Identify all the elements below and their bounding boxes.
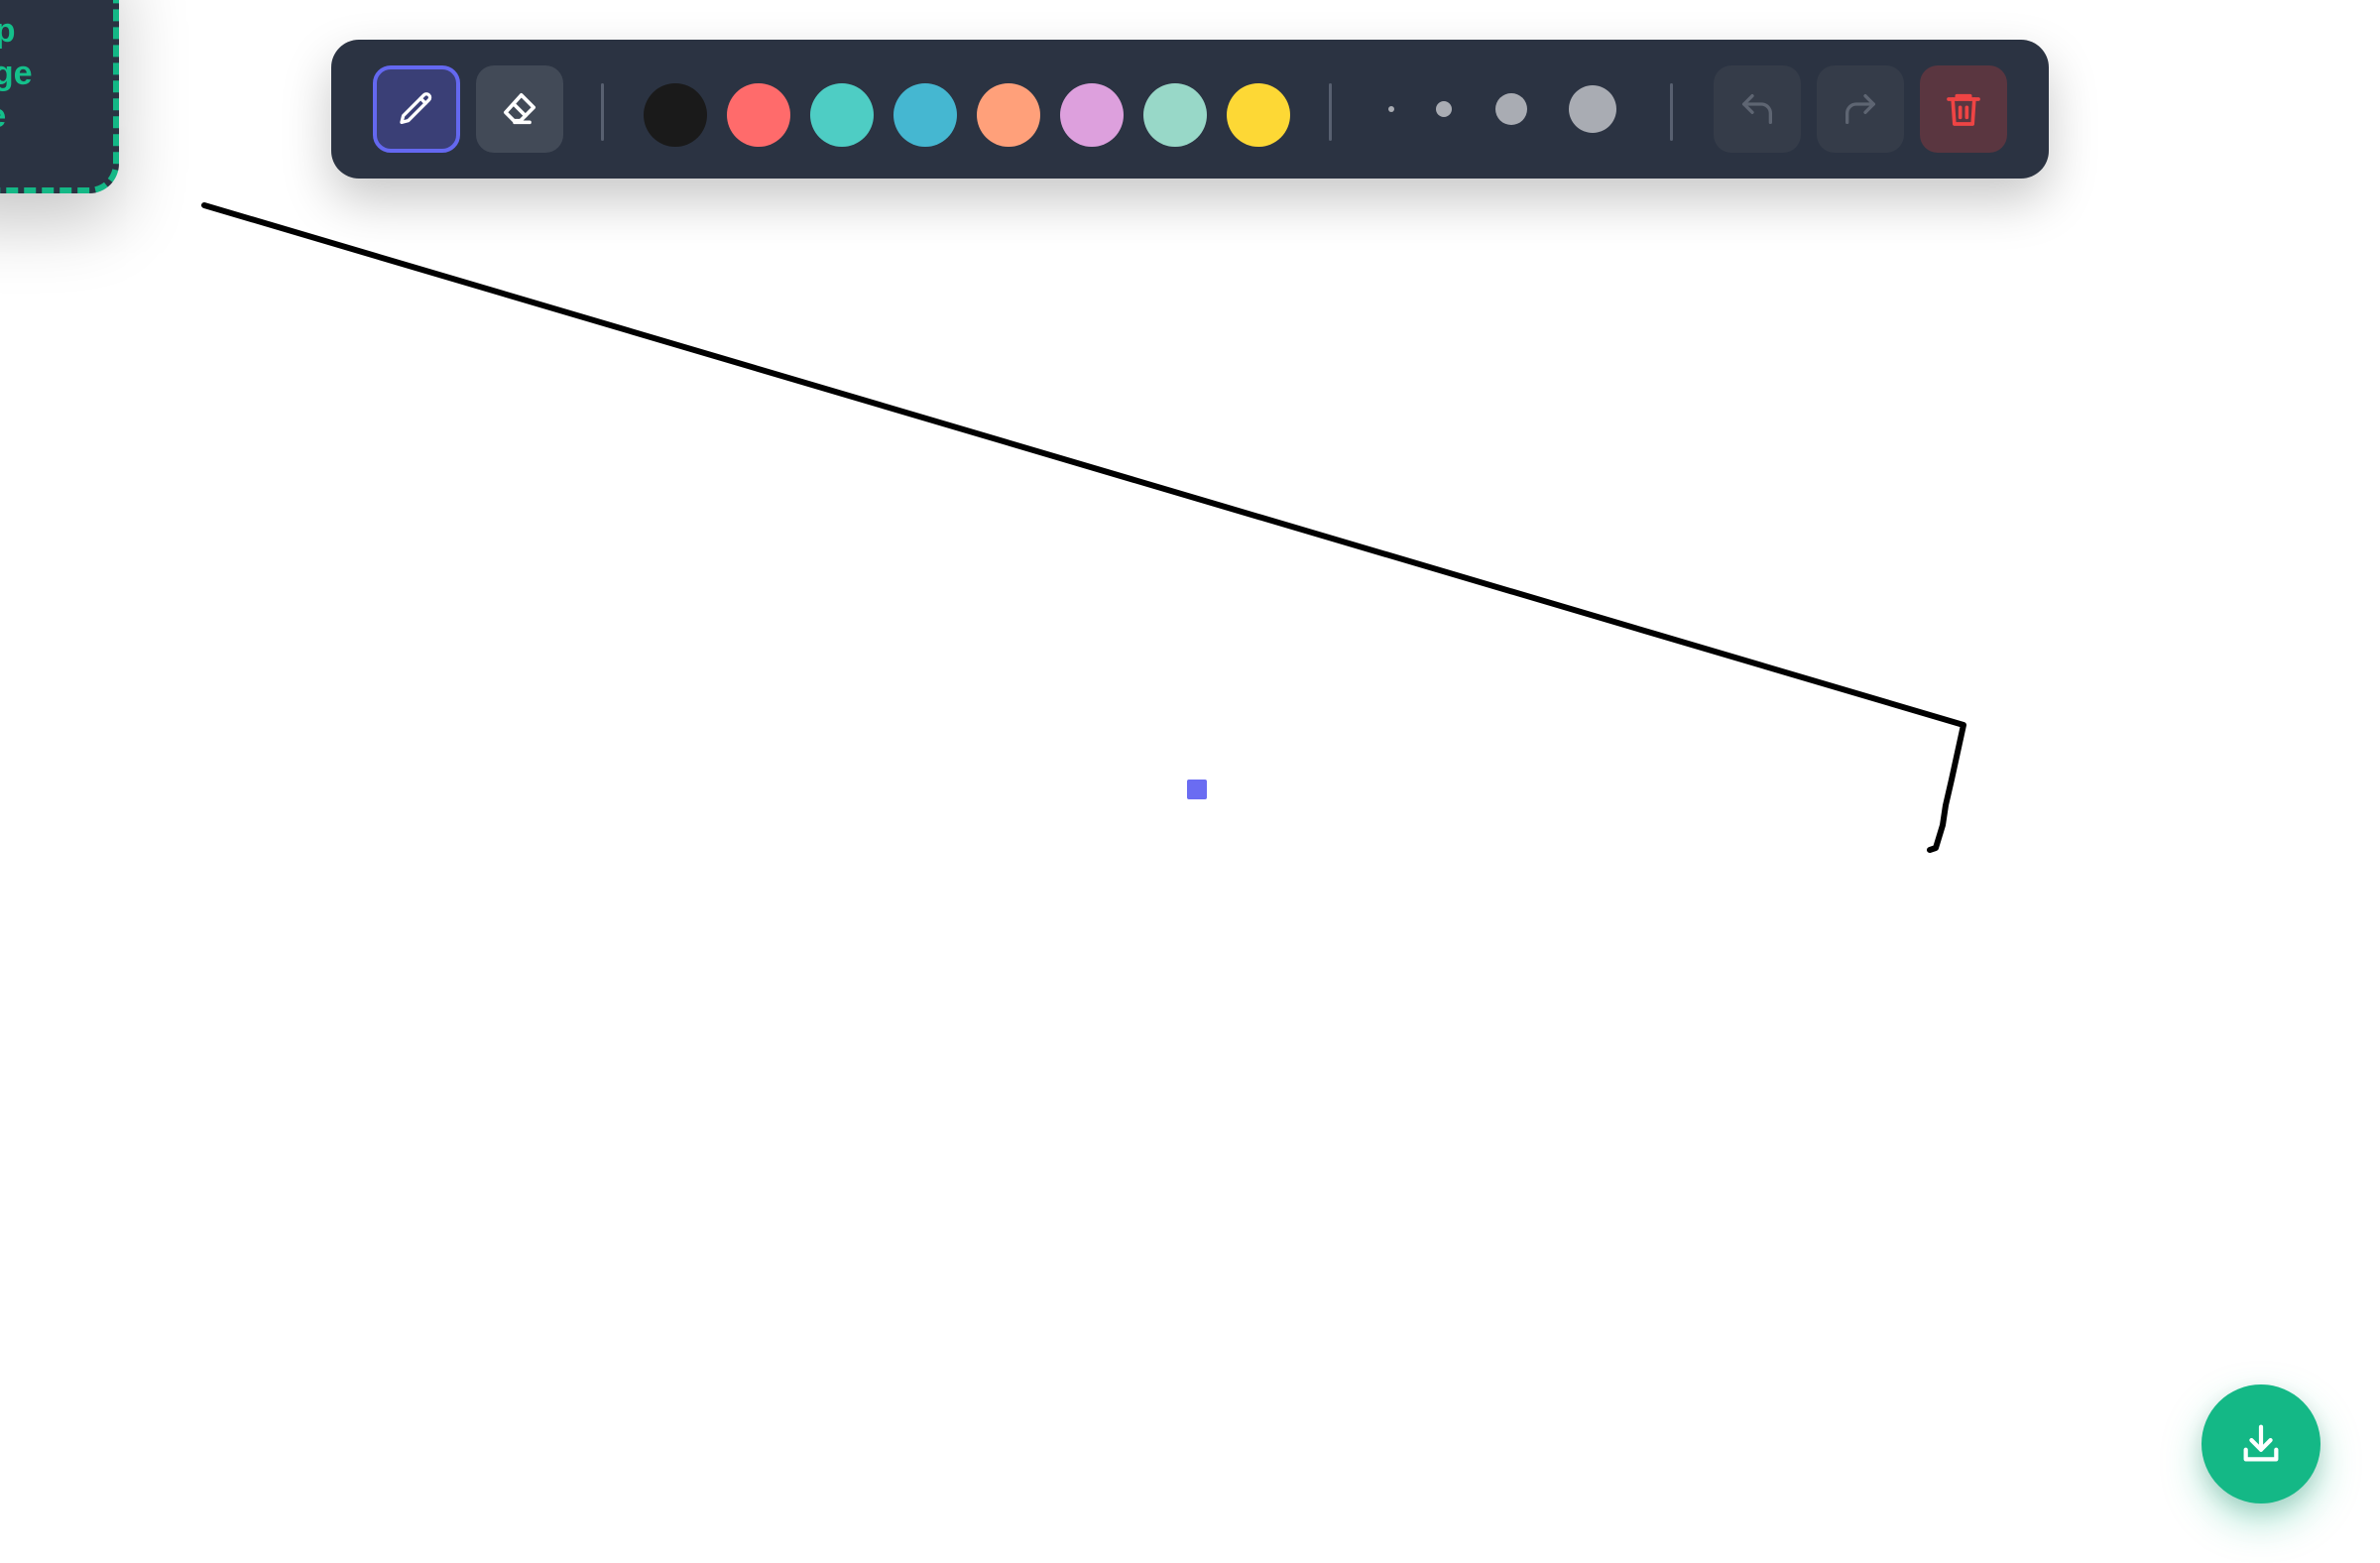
eraser-tool-button[interactable]	[476, 65, 563, 153]
color-swatch-blue[interactable]	[893, 83, 957, 147]
download-button[interactable]	[2202, 1384, 2320, 1503]
drawing-canvas[interactable]	[0, 0, 2380, 1563]
brush-size-medium[interactable]	[1495, 93, 1527, 125]
pencil-icon	[400, 92, 432, 125]
image-drop-zone[interactable]: op age re	[0, 0, 119, 193]
color-swatch-orange[interactable]	[977, 83, 1040, 147]
cursor-marker	[1187, 780, 1207, 799]
drop-zone-label-line: re	[0, 95, 113, 138]
drop-zone-label: op age re	[0, 10, 113, 138]
color-swatch-yellow[interactable]	[1227, 83, 1290, 147]
brush-size-large[interactable]	[1569, 85, 1616, 133]
toolbar-divider	[601, 83, 604, 141]
trash-icon	[1947, 93, 1980, 126]
download-icon	[2243, 1424, 2279, 1462]
drop-zone-label-line: op	[0, 10, 113, 53]
color-swatch-red[interactable]	[727, 83, 790, 147]
brush-size-small[interactable]	[1436, 101, 1452, 117]
toolbar-divider	[1670, 83, 1673, 141]
color-swatch-black[interactable]	[644, 83, 707, 147]
drawing-toolbar	[331, 40, 2049, 179]
drop-zone-label-line: age	[0, 55, 33, 92]
redo-icon	[1845, 94, 1875, 125]
color-swatch-turquoise[interactable]	[810, 83, 874, 147]
pen-tool-button[interactable]	[373, 65, 460, 153]
color-swatch-plum[interactable]	[1060, 83, 1124, 147]
drawn-stroke	[201, 202, 1966, 853]
toolbar-divider	[1329, 83, 1332, 141]
undo-icon	[1742, 94, 1772, 125]
eraser-icon	[504, 93, 536, 125]
brush-size-extra-small[interactable]	[1388, 106, 1394, 112]
redo-button[interactable]	[1817, 65, 1904, 153]
color-swatch-mint[interactable]	[1143, 83, 1207, 147]
clear-canvas-button[interactable]	[1920, 65, 2007, 153]
undo-button[interactable]	[1714, 65, 1801, 153]
